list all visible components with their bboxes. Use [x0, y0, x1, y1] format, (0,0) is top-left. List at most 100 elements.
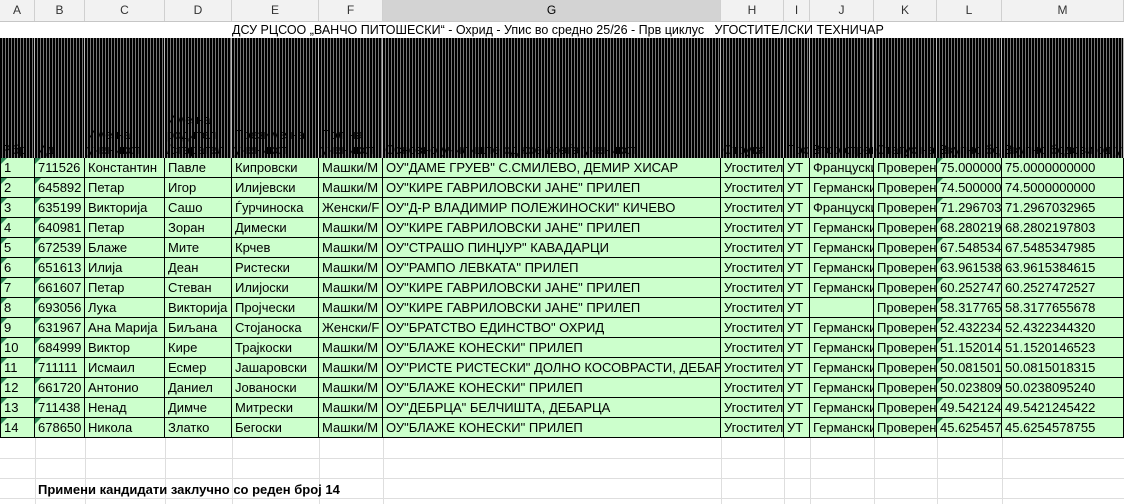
cell-i[interactable]: УТ [784, 158, 810, 178]
cell-d[interactable]: Златко [165, 418, 232, 438]
cell-f[interactable]: Машки/М [319, 418, 383, 438]
cell-l[interactable]: 49.542124 [937, 398, 1002, 418]
cell-b[interactable]: 711438 [35, 398, 85, 418]
cell-i[interactable]: УТ [784, 238, 810, 258]
cell-a[interactable]: 5 [0, 238, 35, 258]
cell-c[interactable]: Ненад [85, 398, 165, 418]
cell-f[interactable]: Машки/М [319, 378, 383, 398]
cell-b[interactable]: 661720 [35, 378, 85, 398]
cell-m[interactable]: 71.2967032965 [1002, 198, 1124, 218]
cell-g[interactable]: ОУ"СТРАШО ПИНЏУР" КАВАДАРЦИ [383, 238, 721, 258]
column-header-f[interactable]: F [319, 0, 383, 21]
cell-m[interactable]: 75.0000000000 [1002, 158, 1124, 178]
cell-m[interactable]: 68.2802197803 [1002, 218, 1124, 238]
cell-j[interactable]: Германски [810, 218, 874, 238]
cell-e[interactable]: Илијоски [232, 278, 319, 298]
cell-j[interactable]: Француски [810, 198, 874, 218]
cell-c[interactable]: Виктор [85, 338, 165, 358]
cell-b[interactable]: 631967 [35, 318, 85, 338]
cell-h[interactable]: Угостител [721, 298, 784, 318]
cell-l[interactable]: 60.252747 [937, 278, 1002, 298]
cell-b[interactable]: 711111 [35, 358, 85, 378]
cell-d[interactable]: Павле [165, 158, 232, 178]
column-header-l[interactable]: L [937, 0, 1002, 21]
cell-b[interactable]: 651613 [35, 258, 85, 278]
cell-a[interactable]: 9 [0, 318, 35, 338]
cell-a[interactable]: 6 [0, 258, 35, 278]
cell-l[interactable]: 63.961538 [937, 258, 1002, 278]
cell-f[interactable]: Машки/М [319, 258, 383, 278]
cell-e[interactable]: Димески [232, 218, 319, 238]
cell-i[interactable]: УТ [784, 298, 810, 318]
cell-l[interactable]: 71.296703 [937, 198, 1002, 218]
cell-j[interactable]: Германски [810, 398, 874, 418]
header-cell-e[interactable]: Презиме на ученикот [232, 38, 319, 158]
cell-j[interactable]: Германски [810, 318, 874, 338]
cell-g[interactable]: ОУ"КИРЕ ГАВРИЛОВСКИ ЈАНЕ" ПРИЛЕП [383, 278, 721, 298]
header-cell-a[interactable]: Р.бр [0, 38, 35, 158]
cell-g[interactable]: ОУ"КИРЕ ГАВРИЛОВСКИ ЈАНЕ" ПРИЛЕП [383, 218, 721, 238]
cell-e[interactable]: Митрески [232, 398, 319, 418]
cell-c[interactable]: Лука [85, 298, 165, 318]
cell-l[interactable]: 67.548534 [937, 238, 1002, 258]
cell-g[interactable]: ОУ"РАМПО ЛЕВКАТА" ПРИЛЕП [383, 258, 721, 278]
cell-e[interactable]: Крчев [232, 238, 319, 258]
cell-f[interactable]: Женски/F [319, 318, 383, 338]
cell-g[interactable]: ОУ"РИСТЕ РИСТЕСКИ" ДОЛНО КОСОВРАСТИ, ДЕБ… [383, 358, 721, 378]
cell-h[interactable]: Угостител [721, 418, 784, 438]
column-header-m[interactable]: M [1002, 0, 1124, 21]
cell-j[interactable]: Германски [810, 278, 874, 298]
cell-l[interactable]: 68.280219 [937, 218, 1002, 238]
cell-k[interactable]: Проверен [874, 258, 937, 278]
cell-b[interactable]: 672539 [35, 238, 85, 258]
cell-l[interactable]: 74.500000 [937, 178, 1002, 198]
cell-i[interactable]: УТ [784, 338, 810, 358]
column-header-b[interactable]: B [35, 0, 85, 21]
cell-e[interactable]: Кипровски [232, 158, 319, 178]
cell-b[interactable]: 693056 [35, 298, 85, 318]
cell-a[interactable]: 10 [0, 338, 35, 358]
cell-f[interactable]: Машки/М [319, 178, 383, 198]
cell-a[interactable]: 13 [0, 398, 35, 418]
cell-c[interactable]: Петар [85, 218, 165, 238]
header-cell-d[interactable]: Име на родител /старател [165, 38, 232, 158]
cell-b[interactable]: 678650 [35, 418, 85, 438]
cell-l[interactable]: 50.023809 [937, 378, 1002, 398]
cell-g[interactable]: ОУ"КИРЕ ГАВРИЛОВСКИ ЈАНЕ" ПРИЛЕП [383, 178, 721, 198]
cell-d[interactable]: Игор [165, 178, 232, 198]
cell-m[interactable]: 58.3177655678 [1002, 298, 1124, 318]
cell-b[interactable]: 684999 [35, 338, 85, 358]
cell-d[interactable]: Мите [165, 238, 232, 258]
cell-d[interactable]: Есмер [165, 358, 232, 378]
cell-h[interactable]: Угостител [721, 158, 784, 178]
cell-j[interactable]: Француски [810, 158, 874, 178]
column-header-i[interactable]: I [784, 0, 810, 21]
cell-a[interactable]: 3 [0, 198, 35, 218]
cell-i[interactable]: УТ [784, 178, 810, 198]
cell-d[interactable]: Деан [165, 258, 232, 278]
cell-k[interactable]: Проверен [874, 398, 937, 418]
header-cell-j[interactable]: Втор странски јазик [810, 38, 874, 158]
cell-f[interactable]: Машки/М [319, 158, 383, 178]
cell-a[interactable]: 8 [0, 298, 35, 318]
cell-c[interactable]: Антонио [85, 378, 165, 398]
header-cell-m[interactable]: Вкупно бодови од успех [1002, 38, 1124, 158]
column-header-d[interactable]: D [165, 0, 232, 21]
cell-g[interactable]: ОУ"БЛАЖЕ КОНЕСКИ" ПРИЛЕП [383, 338, 721, 358]
cell-m[interactable]: 63.9615384615 [1002, 258, 1124, 278]
cell-i[interactable]: УТ [784, 318, 810, 338]
cell-c[interactable]: Константин [85, 158, 165, 178]
header-cell-h[interactable]: Струка [721, 38, 784, 158]
column-header-h[interactable]: H [721, 0, 784, 21]
cell-h[interactable]: Угостител [721, 358, 784, 378]
cell-d[interactable]: Кире [165, 338, 232, 358]
cell-k[interactable]: Проверен [874, 418, 937, 438]
cell-l[interactable]: 75.000000 [937, 158, 1002, 178]
cell-a[interactable]: 2 [0, 178, 35, 198]
cell-g[interactable]: ОУ"БРАТСТВО ЕДИНСТВО" ОХРИД [383, 318, 721, 338]
cell-j[interactable] [810, 298, 874, 318]
cell-a[interactable]: 11 [0, 358, 35, 378]
cell-h[interactable]: Угостител [721, 338, 784, 358]
cell-i[interactable]: УТ [784, 398, 810, 418]
cell-k[interactable]: Проверен [874, 358, 937, 378]
